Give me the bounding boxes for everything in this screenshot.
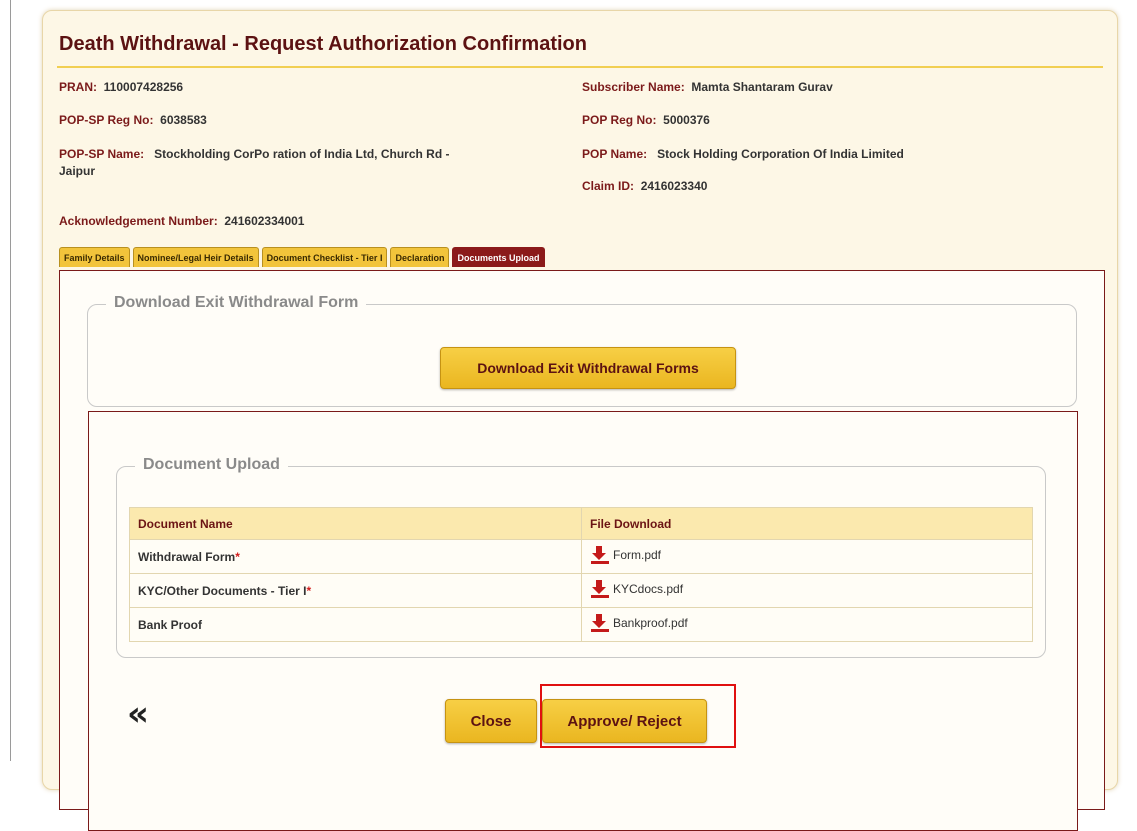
download-arrow-icon [591,546,609,564]
tab-documents-upload[interactable]: Documents Upload [452,247,545,267]
document-upload-container: Document Upload Document Name File Downl… [88,411,1078,831]
table-header-row: Document Name File Download [129,507,1033,540]
page-title: Death Withdrawal - Request Authorization… [59,33,587,55]
document-name: Withdrawal Form [138,549,236,564]
download-form-fieldset: Download Exit Withdrawal Form Download E… [87,294,1077,407]
tab-bar: Family Details Nominee/Legal Heir Detail… [59,247,545,267]
table-row: Withdrawal Form* Form.pdf [129,539,1033,574]
document-upload-fieldset: Document Upload Document Name File Downl… [116,456,1046,658]
tab-declaration[interactable]: Declaration [390,247,450,267]
document-name: Bank Proof [138,617,203,632]
download-exit-forms-button[interactable]: Download Exit Withdrawal Forms [440,347,736,389]
required-marker: * [235,549,240,564]
download-form-legend: Download Exit Withdrawal Form [106,294,367,312]
popsp-name-field: POP-SP Name: Stockholding CorPo ration o… [59,147,450,178]
required-marker: * [306,583,312,598]
header-document-name: Document Name [129,507,582,540]
close-button[interactable]: Close [445,699,537,743]
document-name: KYC/Other Documents - Tier I [138,583,307,598]
approve-reject-highlight [540,684,736,748]
page-left-border [10,0,11,761]
tab-document-checklist[interactable]: Document Checklist - Tier I [261,247,388,267]
back-double-chevron-icon[interactable]: « [127,694,149,734]
pop-reg-field: POP Reg No: 5000376 [582,113,710,127]
title-divider [57,66,1103,68]
subscriber-name-field: Subscriber Name: Mamta Shantaram Gurav [582,80,833,94]
table-row: KYC/Other Documents - Tier I* KYCdocs.pd… [129,573,1033,608]
pop-name-field: POP Name: Stock Holding Corporation Of I… [582,147,904,161]
header-file-download: File Download [581,507,1033,540]
file-download-link[interactable]: KYCdocs.pdf [590,580,683,598]
popsp-reg-field: POP-SP Reg No: 6038583 [59,113,207,127]
pran-field: PRAN: 110007428256 [59,80,184,94]
table-row: Bank Proof Bankproof.pdf [129,607,1033,642]
documents-table: Document Name File Download Withdrawal F… [129,507,1033,642]
acknowledgement-field: Acknowledgement Number: 241602334001 [59,214,305,228]
download-arrow-icon [591,580,609,598]
tab-nominee-legal-heir[interactable]: Nominee/Legal Heir Details [132,247,259,267]
tab-family-details[interactable]: Family Details [59,247,130,267]
download-arrow-icon [591,614,609,632]
file-download-link[interactable]: Form.pdf [590,546,661,564]
confirmation-panel: Death Withdrawal - Request Authorization… [42,10,1118,831]
file-download-link[interactable]: Bankproof.pdf [590,614,688,632]
document-upload-legend: Document Upload [135,456,288,474]
claim-id-field: Claim ID: 2416023340 [582,179,708,193]
